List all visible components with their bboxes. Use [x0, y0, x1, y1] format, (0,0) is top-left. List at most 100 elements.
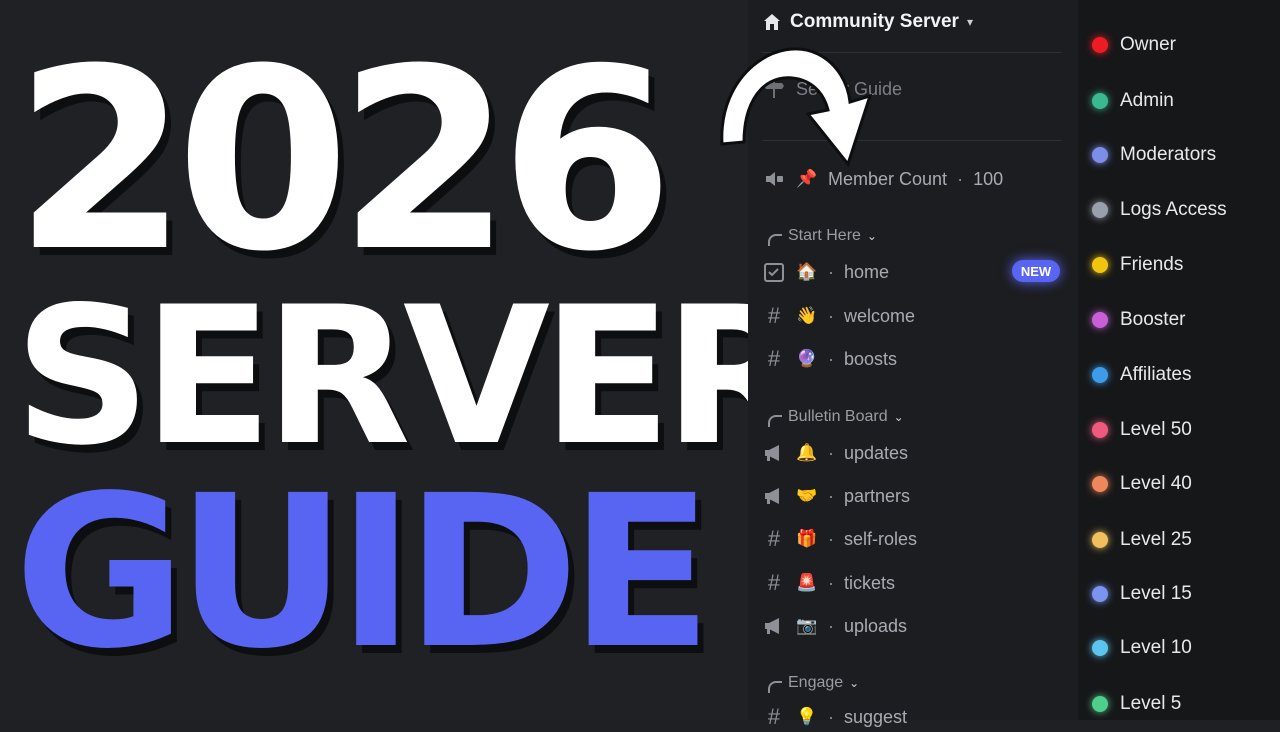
- title-guide: GUIDE: [14, 450, 713, 695]
- channel-emoji: 🔔: [796, 443, 818, 462]
- role-item[interactable]: Level 5: [1092, 693, 1181, 715]
- separator-dot: ·: [957, 168, 964, 189]
- channel-boosts[interactable]: # 🔮 · boosts: [762, 344, 897, 374]
- channel-uploads[interactable]: 📷 · uploads: [762, 611, 907, 641]
- separator-dot: ·: [828, 348, 834, 369]
- title-server: SERVER: [14, 266, 810, 487]
- roles-list: Owner Admin Moderators Logs Access Friends Bo…: [1078, 0, 1280, 720]
- role-name: Level 50: [1120, 419, 1192, 440]
- channel-partners[interactable]: 🤝 · partners: [762, 481, 910, 511]
- role-item[interactable]: Affiliates: [1092, 364, 1191, 386]
- role-color-dot: [1092, 257, 1108, 273]
- role-item[interactable]: Level 25: [1092, 529, 1192, 551]
- role-item[interactable]: Friends: [1092, 254, 1183, 276]
- role-item[interactable]: Admin: [1092, 90, 1174, 112]
- separator-dot: ·: [828, 485, 834, 506]
- hash-icon: #: [767, 346, 781, 371]
- channel-self-roles[interactable]: # 🎁 · self-roles: [762, 524, 917, 554]
- role-item[interactable]: Logs Access: [1092, 199, 1227, 221]
- channel-emoji: 💡: [796, 707, 818, 726]
- role-color-dot: [1092, 696, 1108, 712]
- channel-name: welcome: [844, 305, 916, 326]
- chevron-down-icon: ⌄: [893, 410, 904, 424]
- checklist-icon: [762, 260, 786, 284]
- chevron-down-icon: ▾: [966, 15, 973, 29]
- role-name: Moderators: [1120, 144, 1217, 165]
- role-item[interactable]: Owner: [1092, 34, 1176, 56]
- role-name: Level 40: [1120, 473, 1192, 494]
- role-color-dot: [1092, 367, 1108, 383]
- hash-icon: #: [767, 570, 781, 595]
- separator-dot: ·: [828, 442, 834, 463]
- separator-dot: ·: [828, 572, 834, 593]
- role-color-dot: [1092, 532, 1108, 548]
- channel-suggest[interactable]: # 💡 · suggest: [762, 702, 907, 732]
- channel-emoji: 🔮: [796, 349, 818, 368]
- role-color-dot: [1092, 312, 1108, 328]
- role-item[interactable]: Level 50: [1092, 419, 1192, 441]
- separator-dot: ·: [828, 528, 834, 549]
- channel-emoji: 📷: [796, 616, 818, 635]
- hash-icon: #: [767, 704, 781, 729]
- separator-dot: ·: [828, 615, 834, 636]
- channel-welcome[interactable]: # 👋 · welcome: [762, 301, 915, 331]
- channel-emoji: 🎁: [796, 529, 818, 548]
- chevron-down-icon: ⌄: [849, 676, 860, 690]
- role-item[interactable]: Level 10: [1092, 637, 1192, 659]
- role-item[interactable]: Booster: [1092, 309, 1185, 331]
- channel-tickets[interactable]: # 🚨 · tickets: [762, 568, 895, 598]
- role-color-dot: [1092, 93, 1108, 109]
- channel-name: tickets: [844, 572, 896, 593]
- role-name: Owner: [1120, 34, 1176, 55]
- role-color-dot: [1092, 422, 1108, 438]
- megaphone-icon: [762, 484, 786, 508]
- channel-emoji: 🤝: [796, 486, 818, 505]
- channel-emoji: 👋: [796, 306, 818, 325]
- separator-dot: ·: [828, 706, 834, 727]
- channel-home[interactable]: 🏠 · home: [762, 257, 889, 287]
- channel-name: updates: [844, 442, 909, 463]
- role-name: Level 25: [1120, 529, 1192, 550]
- category-bulletin-board[interactable]: Bulletin Board ⌄: [768, 408, 904, 427]
- role-color-dot: [1092, 640, 1108, 656]
- role-name: Level 15: [1120, 583, 1192, 604]
- channel-name: uploads: [844, 615, 908, 636]
- role-color-dot: [1092, 586, 1108, 602]
- role-name: Level 5: [1120, 693, 1182, 714]
- role-name: Booster: [1120, 309, 1186, 330]
- title-year: 2026: [14, 15, 674, 306]
- role-name: Affiliates: [1120, 364, 1192, 385]
- role-color-dot: [1092, 37, 1108, 53]
- category-engage[interactable]: Engage ⌄: [768, 674, 860, 693]
- category-arc-icon: [768, 234, 782, 246]
- category-label: Start Here: [788, 227, 861, 244]
- hero-title-area: 2026 SERVER GUIDE: [0, 0, 810, 720]
- role-color-dot: [1092, 476, 1108, 492]
- category-start-here[interactable]: Start Here ⌄: [768, 227, 877, 246]
- role-name: Level 10: [1120, 637, 1192, 658]
- role-item[interactable]: Level 15: [1092, 583, 1192, 605]
- channel-name: boosts: [844, 348, 898, 369]
- role-name: Logs Access: [1120, 199, 1227, 220]
- hash-icon: #: [767, 526, 781, 551]
- megaphone-icon: [762, 614, 786, 638]
- channel-emoji: 🏠: [796, 262, 818, 281]
- channel-name: home: [844, 261, 890, 282]
- new-badge: NEW: [1012, 260, 1060, 282]
- role-color-dot: [1092, 147, 1108, 163]
- category-label: Bulletin Board: [788, 408, 888, 425]
- category-label: Engage: [788, 674, 844, 691]
- megaphone-icon: [762, 441, 786, 465]
- role-item[interactable]: Moderators: [1092, 144, 1216, 166]
- channel-updates[interactable]: 🔔 · updates: [762, 438, 908, 468]
- channel-name: suggest: [844, 706, 908, 727]
- category-arc-icon: [768, 681, 782, 693]
- role-item[interactable]: Level 40: [1092, 473, 1192, 495]
- role-name: Admin: [1120, 90, 1174, 111]
- channel-name: self-roles: [844, 528, 918, 549]
- hash-icon: #: [767, 303, 781, 328]
- channel-emoji: 🚨: [796, 573, 818, 592]
- role-color-dot: [1092, 202, 1108, 218]
- curved-arrow-icon: [720, 47, 873, 168]
- category-arc-icon: [768, 415, 782, 427]
